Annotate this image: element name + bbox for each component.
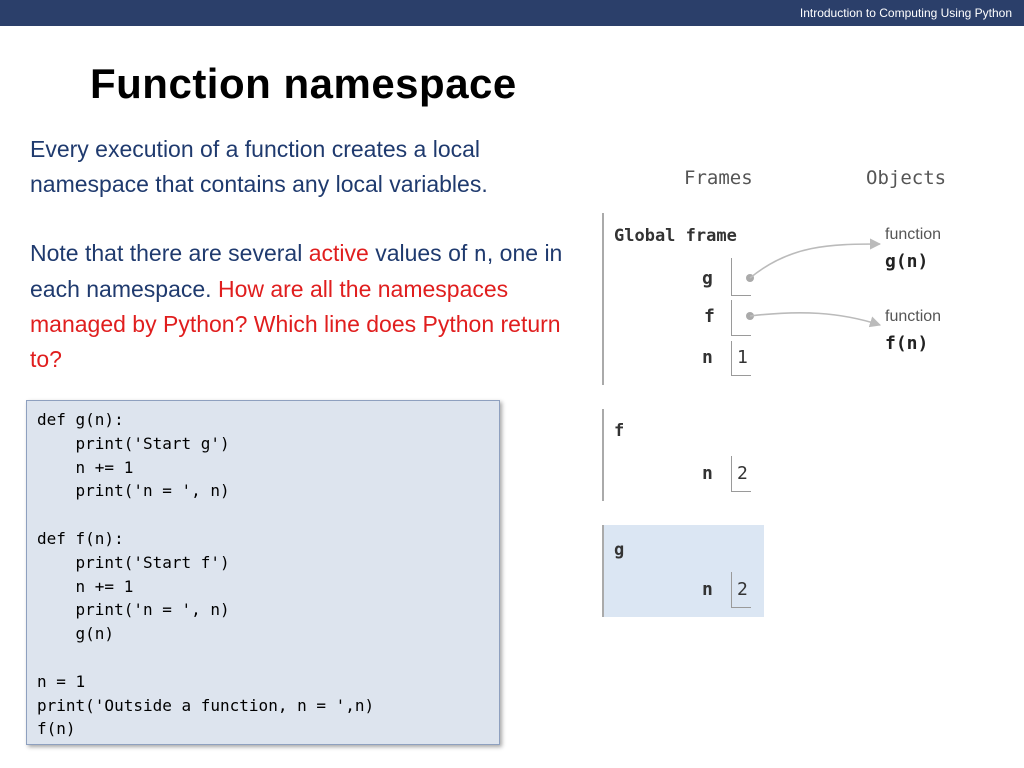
pointer-arrows (746, 238, 882, 328)
arrow-f (749, 311, 882, 328)
arrow-g (749, 238, 882, 279)
